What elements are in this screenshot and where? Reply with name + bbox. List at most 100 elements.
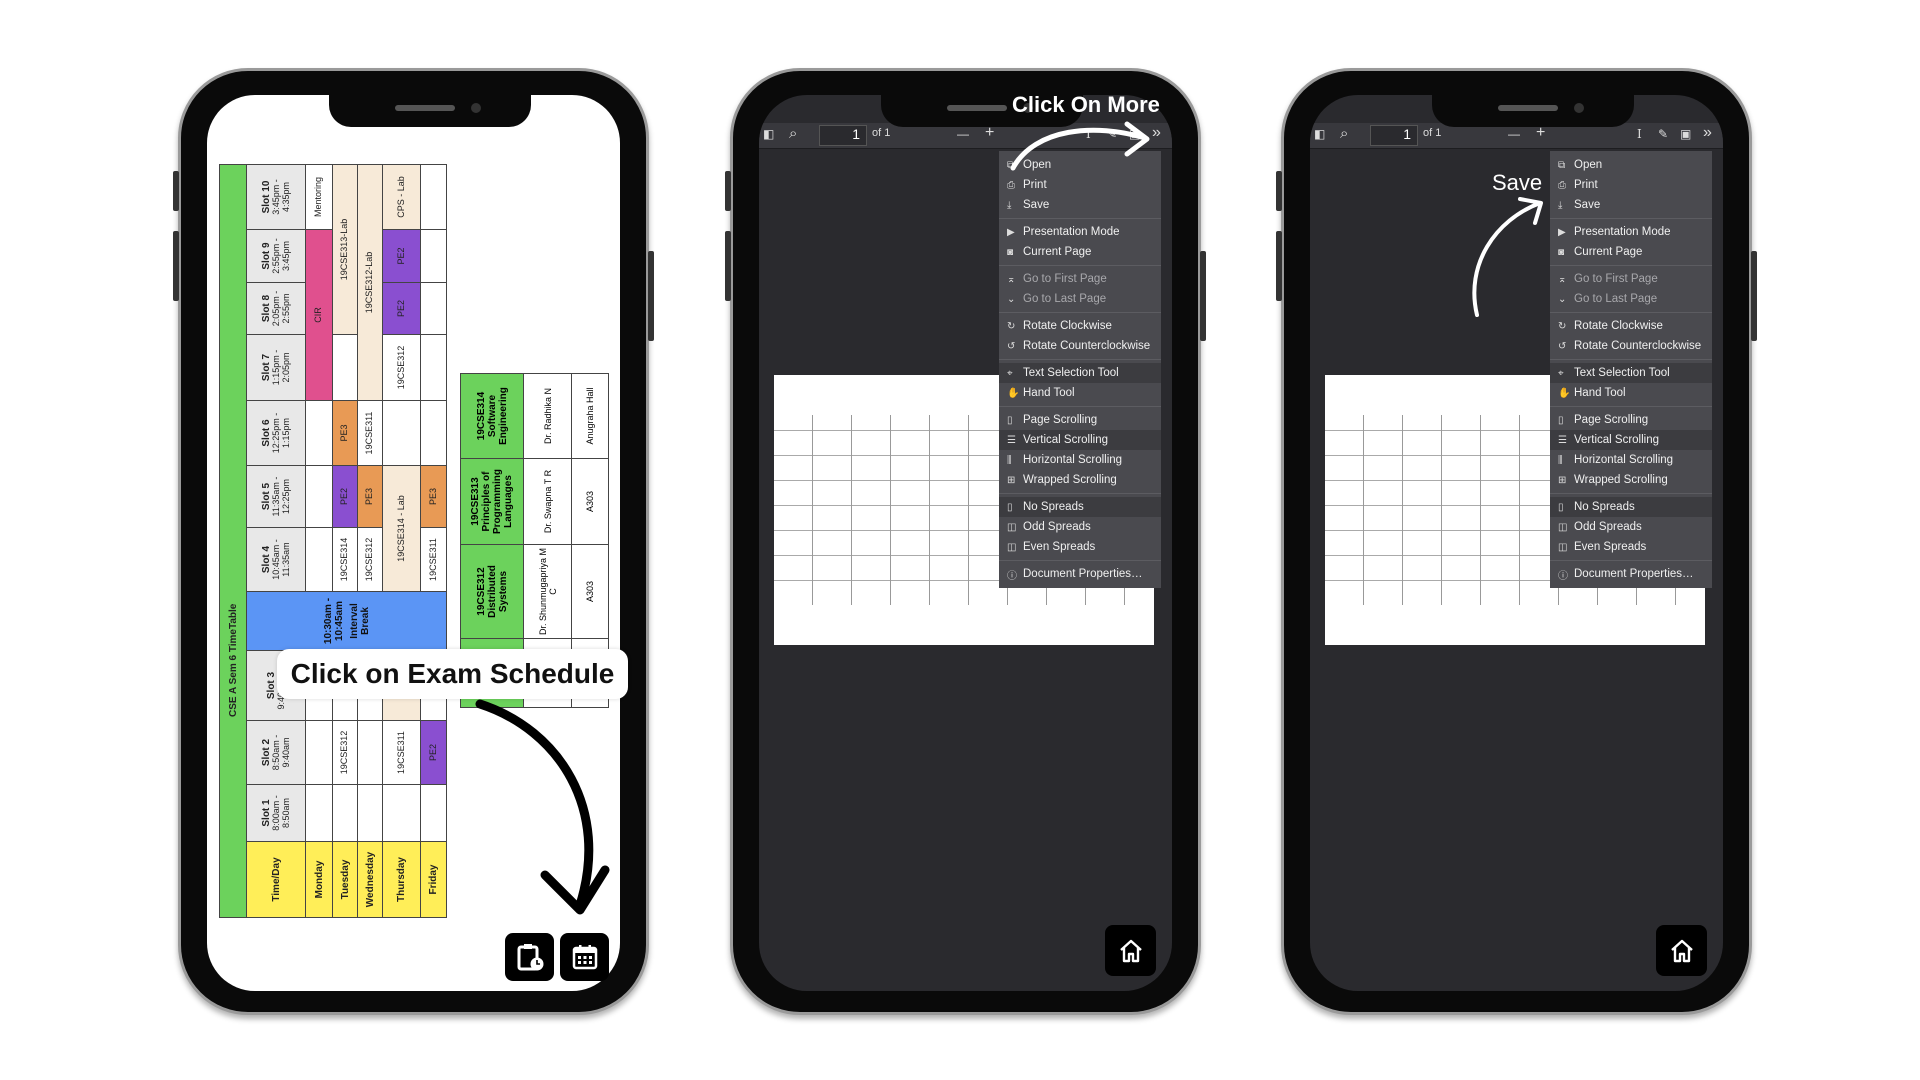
menu-item-label: No Spreads <box>1574 501 1635 513</box>
annotation-save: Save <box>1492 170 1543 195</box>
slot-time: 12:25pm - 1:15pm <box>270 412 291 454</box>
menu-item-label: Odd Spreads <box>1574 521 1642 533</box>
menu-item-label: Horizontal Scrolling <box>1023 454 1123 466</box>
timetable-cell <box>305 784 333 842</box>
menu-item-save[interactable]: ⤓ Save <box>999 195 1161 215</box>
zoom-out-icon[interactable]: — <box>957 127 969 141</box>
menu-item-presentation-mode[interactable]: ▶ Presentation Mode <box>1550 222 1712 242</box>
menu-item-print[interactable]: ⎙ Print <box>1550 175 1712 195</box>
menu-item-label: No Spreads <box>1023 501 1084 513</box>
menu-item-rotate-clockwise[interactable]: ↻ Rotate Clockwise <box>999 316 1161 336</box>
hand-icon: ✋ <box>1007 387 1020 399</box>
menu-item-open[interactable]: ⧉ Open <box>1550 155 1712 175</box>
break-label: Interval Break <box>348 603 371 639</box>
menu-item-presentation-mode[interactable]: ▶ Presentation Mode <box>999 222 1161 242</box>
menu-item-label: Document Properties… <box>1574 568 1694 580</box>
menu-separator <box>999 406 1161 407</box>
menu-item-vertical-scrolling[interactable]: ☰ Vertical Scrolling <box>1550 430 1712 450</box>
home-button[interactable] <box>1105 925 1156 976</box>
exam-schedule-button[interactable] <box>505 933 554 981</box>
menu-item-odd-spreads[interactable]: ◫ Odd Spreads <box>1550 517 1712 537</box>
menu-item-even-spreads[interactable]: ◫ Even Spreads <box>999 537 1161 557</box>
menu-item-no-spreads[interactable]: ▯ No Spreads <box>999 497 1161 517</box>
timetable-cell <box>420 229 447 283</box>
first-page-icon: ⌅ <box>1007 273 1016 285</box>
menu-item-text-selection-tool[interactable]: ⌖ Text Selection Tool <box>1550 363 1712 383</box>
search-icon[interactable]: ⌕ <box>789 125 797 142</box>
timetable-cell: CPS - Lab <box>382 164 421 230</box>
menu-item-document-properties[interactable]: ⓘ Document Properties… <box>999 564 1161 584</box>
slot-header: Slot 2 8:50am - 9:40am <box>246 720 306 785</box>
timetable-cell: PE3 <box>332 400 358 466</box>
more-tools-icon[interactable]: » <box>1703 124 1712 142</box>
slot-time: 10:45am - 11:35am <box>270 539 291 580</box>
timetable-cell: 19CSE311 <box>382 720 421 785</box>
page-number-input[interactable]: 1 <box>1370 125 1418 146</box>
calendar-button[interactable] <box>560 933 609 981</box>
menu-item-label: Horizontal Scrolling <box>1574 454 1674 466</box>
menu-item-page-scrolling[interactable]: ▯ Page Scrolling <box>1550 410 1712 430</box>
menu-item-horizontal-scrolling[interactable]: ⫼ Horizontal Scrolling <box>999 450 1161 470</box>
menu-item-page-scrolling[interactable]: ▯ Page Scrolling <box>999 410 1161 430</box>
subject-room: A303 <box>571 458 609 545</box>
menu-item-text-selection-tool[interactable]: ⌖ Text Selection Tool <box>999 363 1161 383</box>
text-cursor-icon[interactable]: I <box>1637 127 1642 141</box>
menu-item-label: Wrapped Scrolling <box>1023 474 1117 486</box>
menu-item-label: Rotate Counterclockwise <box>1574 340 1702 352</box>
subject-name: Software Engineering <box>486 387 509 445</box>
rotate-cw-icon: ↻ <box>1558 320 1567 332</box>
menu-item-rotate-clockwise[interactable]: ↻ Rotate Clockwise <box>1550 316 1712 336</box>
timetable-row: Tuesday19CSE3121919CSE314PE2PE319CSE313-… <box>332 164 358 918</box>
menu-item-horizontal-scrolling[interactable]: ⫼ Horizontal Scrolling <box>1550 450 1712 470</box>
timetable-cell: 19CSE314 <box>332 527 358 592</box>
menu-item-label: Print <box>1023 179 1047 191</box>
timetable-cell: PE2 <box>332 465 358 528</box>
sidebar-toggle-icon[interactable]: ◧ <box>763 127 774 141</box>
page-number-input[interactable]: 1 <box>819 125 867 146</box>
home-button[interactable] <box>1656 925 1707 976</box>
subject-teacher: Dr. Shunmugapriya M C <box>523 544 572 639</box>
menu-item-vertical-scrolling[interactable]: ☰ Vertical Scrolling <box>999 430 1161 450</box>
menu-item-label: Go to Last Page <box>1574 293 1658 305</box>
arrow-annotation <box>1472 197 1543 317</box>
timetable-row: Monday19CIRMentoring <box>305 164 333 918</box>
timetable-cell: CIR <box>305 229 333 401</box>
menu-item-even-spreads[interactable]: ◫ Even Spreads <box>1550 537 1712 557</box>
search-icon[interactable]: ⌕ <box>1340 125 1348 142</box>
menu-item-hand-tool[interactable]: ✋ Hand Tool <box>1550 383 1712 403</box>
slot-time: 8:00am - 8:50am <box>270 795 291 831</box>
menu-item-hand-tool[interactable]: ✋ Hand Tool <box>999 383 1161 403</box>
image-icon[interactable]: ▣ <box>1680 127 1691 141</box>
menu-item-rotate-counterclockwise[interactable]: ↺ Rotate Counterclockwise <box>1550 336 1712 356</box>
menu-item-go-to-first-page[interactable]: ⌅ Go to First Page <box>1550 269 1712 289</box>
menu-item-wrapped-scrolling[interactable]: ⊞ Wrapped Scrolling <box>1550 470 1712 490</box>
menu-item-no-spreads[interactable]: ▯ No Spreads <box>1550 497 1712 517</box>
timetable-cell <box>382 784 421 842</box>
menu-item-label: Rotate Clockwise <box>1574 320 1663 332</box>
menu-item-wrapped-scrolling[interactable]: ⊞ Wrapped Scrolling <box>999 470 1161 490</box>
draw-icon[interactable]: ✎ <box>1658 127 1668 141</box>
timetable-cell <box>420 400 447 466</box>
menu-item-print[interactable]: ⎙ Print <box>999 175 1161 195</box>
menu-item-label: Open <box>1574 159 1603 171</box>
menu-item-rotate-counterclockwise[interactable]: ↺ Rotate Counterclockwise <box>999 336 1161 356</box>
menu-separator <box>999 359 1161 360</box>
menu-item-document-properties[interactable]: ⓘ Document Properties… <box>1550 564 1712 584</box>
day-label: Thursday <box>382 841 421 918</box>
menu-item-go-to-last-page[interactable]: ⌄ Go to Last Page <box>999 289 1161 309</box>
sidebar-toggle-icon[interactable]: ◧ <box>1314 127 1325 141</box>
menu-item-label: Page Scrolling <box>1023 414 1098 426</box>
menu-item-current-page[interactable]: ◙ Current Page <box>1550 242 1712 262</box>
info-icon: ⓘ <box>1007 570 1017 582</box>
odd-spreads-icon: ◫ <box>1007 521 1017 533</box>
menu-item-odd-spreads[interactable]: ◫ Odd Spreads <box>999 517 1161 537</box>
menu-item-go-to-first-page[interactable]: ⌅ Go to First Page <box>999 269 1161 289</box>
more-tools-menu: ⧉ Open ⎙ Print ⤓ Save ▶ Presentation Mode ◙ Curre… <box>999 151 1161 588</box>
print-icon: ⎙ <box>1007 179 1015 191</box>
zoom-out-icon[interactable]: — <box>1508 127 1520 141</box>
day-label: Friday <box>420 841 447 918</box>
info-icon: ⓘ <box>1558 570 1568 582</box>
menu-item-go-to-last-page[interactable]: ⌄ Go to Last Page <box>1550 289 1712 309</box>
menu-item-save[interactable]: ⤓ Save <box>1550 195 1712 215</box>
menu-item-current-page[interactable]: ◙ Current Page <box>999 242 1161 262</box>
